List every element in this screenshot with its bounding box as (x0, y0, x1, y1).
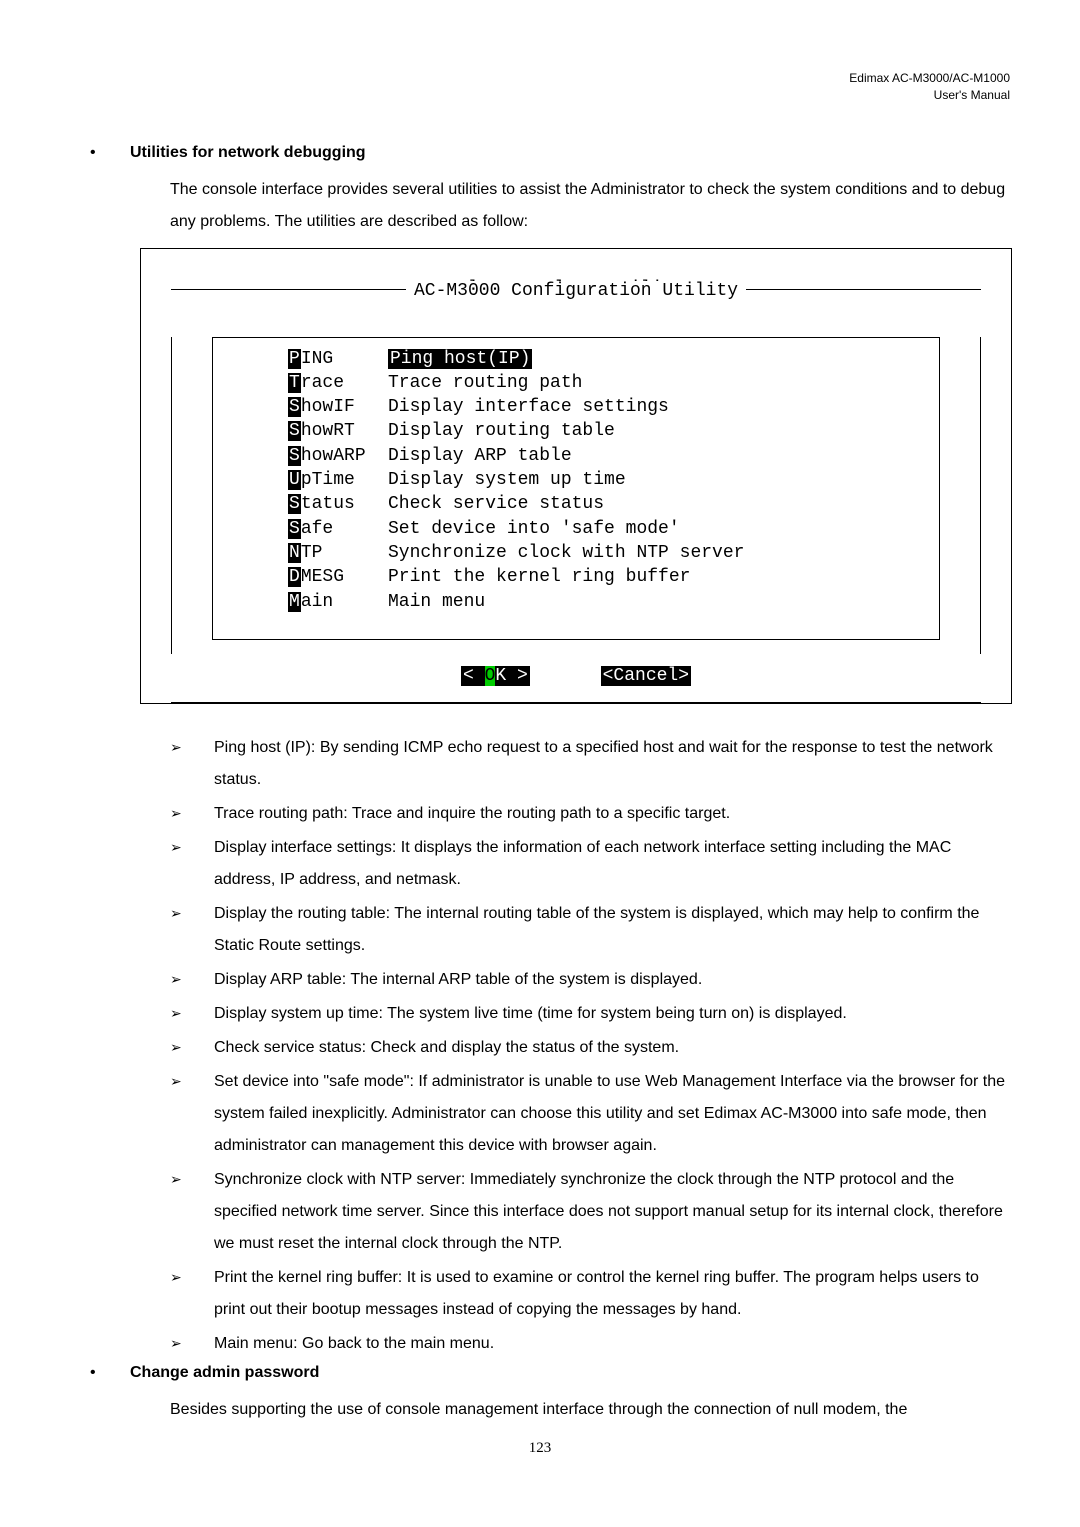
list-item: ➢Display interface settings: It displays… (170, 832, 1010, 896)
list-item: ➢Display the routing table: The internal… (170, 898, 1010, 962)
list-item: ➢Check service status: Check and display… (170, 1032, 1010, 1064)
section-password-intro: Besides supporting the use of console ma… (170, 1394, 1010, 1426)
terminal-menu-item[interactable]: DMESGPrint the kernel ring buffer (218, 565, 934, 589)
arrow-icon: ➢ (170, 971, 182, 987)
arrow-icon: ➢ (170, 1269, 182, 1285)
page-number: 123 (70, 1440, 1010, 1457)
arrow-icon: ➢ (170, 739, 182, 755)
list-item: ➢Display ARP table: The internal ARP tab… (170, 964, 1010, 996)
terminal-buttons: < OK > <Cancel> (141, 654, 1011, 702)
section-password-title: Change admin password (130, 1364, 1010, 1382)
arrow-icon: ➢ (170, 1005, 182, 1021)
feature-list: ➢Ping host (IP): By sending ICMP echo re… (170, 732, 1010, 1360)
arrow-icon: ➢ (170, 839, 182, 855)
list-item: ➢Synchronize clock with NTP server: Imme… (170, 1164, 1010, 1260)
terminal-menu-item[interactable]: MainMain menu (218, 590, 934, 614)
terminal-title: AC-M3000 Configuration Utility (406, 281, 746, 301)
terminal-menu-item[interactable]: ShowRTDisplay routing table (218, 419, 934, 443)
list-item: ➢Set device into "safe mode": If adminis… (170, 1066, 1010, 1162)
terminal-screenshot: AC-M3000 Configuration Utility Please se… (140, 248, 1012, 705)
bullet-dot-icon: • (70, 1364, 130, 1388)
header-manual: User's Manual (70, 87, 1010, 104)
page-header: Edimax AC-M3000/AC-M1000 User's Manual (70, 70, 1010, 104)
terminal-menu-item[interactable]: NTPSynchronize clock with NTP server (218, 541, 934, 565)
terminal-menu-item[interactable]: UpTimeDisplay system up time (218, 468, 934, 492)
arrow-icon: ➢ (170, 1039, 182, 1055)
terminal-menu-item[interactable]: ShowIFDisplay interface settings (218, 395, 934, 419)
terminal-menu-item[interactable]: ShowARPDisplay ARP table (218, 444, 934, 468)
ok-button[interactable]: < OK > (461, 666, 530, 686)
list-item: ➢Trace routing path: Trace and inquire t… (170, 798, 1010, 830)
list-item: ➢Print the kernel ring buffer: It is use… (170, 1262, 1010, 1326)
section-utilities-title: Utilities for network debugging (130, 144, 1010, 162)
terminal-menu-item[interactable]: PINGPing host(IP) (218, 347, 934, 371)
arrow-icon: ➢ (170, 1171, 182, 1187)
arrow-icon: ➢ (170, 1335, 182, 1351)
bullet-dot-icon: • (70, 144, 130, 168)
arrow-icon: ➢ (170, 805, 182, 821)
list-item: ➢Ping host (IP): By sending ICMP echo re… (170, 732, 1010, 796)
terminal-menu-item[interactable]: TraceTrace routing path (218, 371, 934, 395)
section-utilities-intro: The console interface provides several u… (170, 174, 1010, 238)
terminal-menu-item[interactable]: StatusCheck service status (218, 492, 934, 516)
arrow-icon: ➢ (170, 1073, 182, 1089)
arrow-icon: ➢ (170, 905, 182, 921)
header-product: Edimax AC-M3000/AC-M1000 (70, 70, 1010, 87)
cancel-button[interactable]: <Cancel> (601, 666, 691, 686)
terminal-menu: PINGPing host(IP)TraceTrace routing path… (212, 337, 940, 640)
list-item: ➢Display system up time: The system live… (170, 998, 1010, 1030)
terminal-menu-item[interactable]: SafeSet device into 'safe mode' (218, 517, 934, 541)
list-item: ➢Main menu: Go back to the main menu. (170, 1328, 1010, 1360)
